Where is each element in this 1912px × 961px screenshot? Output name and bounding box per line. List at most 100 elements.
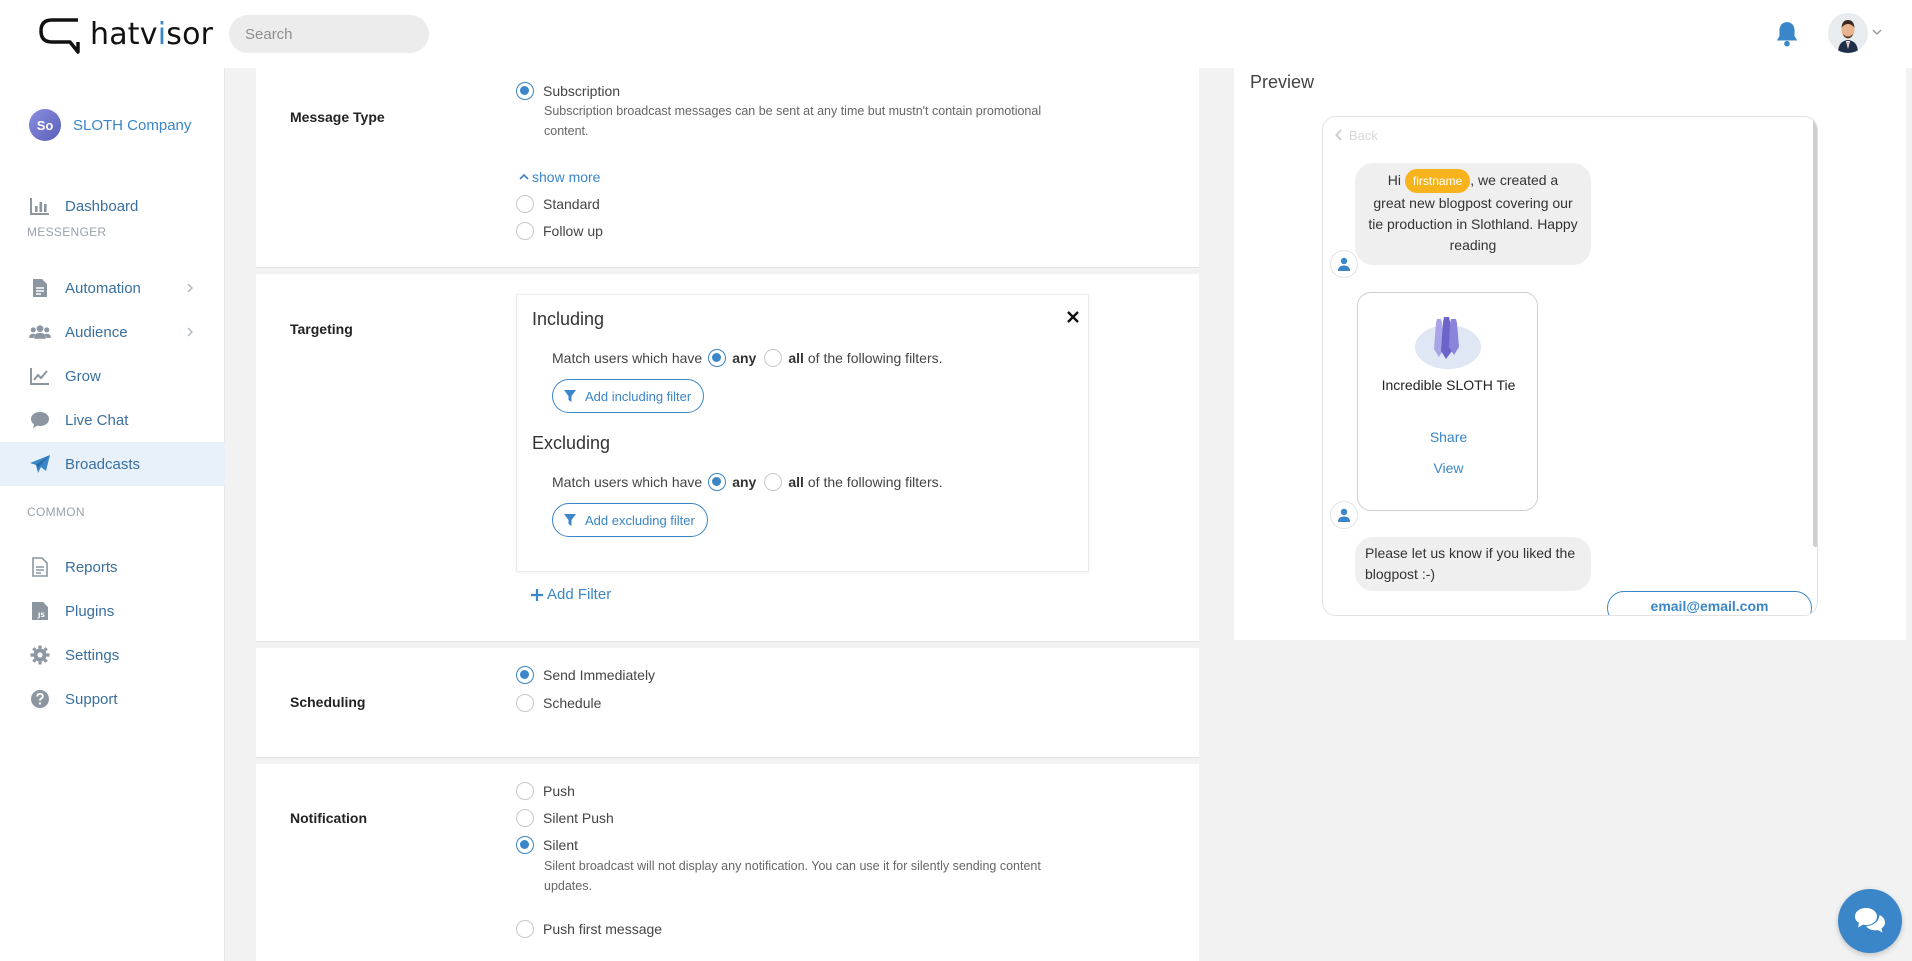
sidebar-item-support[interactable]: Support [0, 677, 225, 721]
report-icon [29, 556, 51, 578]
sidebar-item-broadcasts[interactable]: Broadcasts [0, 442, 225, 486]
radio-all-excluding[interactable] [764, 473, 783, 491]
radio-button[interactable] [516, 694, 534, 712]
filter-panel: Including Match users which have any all… [516, 294, 1089, 572]
notification-section: Notification Push Silent Push Silent Sil… [256, 764, 1199, 961]
sidebar: So SLOTH Company Dashboard MESSENGER Aut… [0, 68, 225, 961]
bell-icon[interactable] [1774, 20, 1800, 48]
radio-button[interactable] [516, 809, 534, 827]
section-label-common: COMMON [27, 505, 85, 519]
search-input[interactable] [229, 15, 429, 53]
radio-button[interactable] [516, 836, 534, 854]
logo-text: hatvisor [90, 17, 214, 52]
chevron-right-icon [187, 327, 193, 337]
radio-button[interactable] [516, 920, 534, 938]
user-icon [1338, 257, 1350, 271]
targeting-label: Targeting [290, 321, 353, 337]
svg-text:JS: JS [37, 611, 45, 619]
radio-push-first-message[interactable]: Push first message [516, 920, 662, 938]
radio-schedule[interactable]: Schedule [516, 694, 601, 712]
firstname-tag: firstname [1404, 169, 1471, 193]
sidebar-item-grow[interactable]: Grow [0, 354, 225, 398]
radio-silent-push[interactable]: Silent Push [516, 809, 614, 827]
add-including-filter-button[interactable]: Add including filter [552, 379, 705, 413]
scheduling-label: Scheduling [290, 694, 366, 710]
preview-title: Preview [1250, 72, 1315, 92]
targeting-section: Targeting Including Match users which ha… [256, 274, 1199, 642]
radio-follow-up[interactable]: Follow up [516, 222, 603, 240]
sidebar-item-automation[interactable]: Automation [0, 266, 225, 310]
paper-plane-icon [29, 453, 51, 475]
radio-all-including[interactable] [764, 349, 783, 367]
top-bar: hatvisor [0, 0, 1912, 68]
sidebar-item-reports[interactable]: Reports [0, 545, 225, 589]
avatar[interactable] [1828, 13, 1868, 53]
message-bubble-2: Please let us know if you liked the blog… [1355, 537, 1591, 591]
radio-subscription[interactable]: Subscription [516, 82, 620, 100]
users-icon [29, 321, 51, 343]
sidebar-item-live-chat[interactable]: Live Chat [0, 398, 225, 442]
excluding-title: Excluding [532, 433, 611, 453]
company-name: SLOTH Company [73, 116, 192, 134]
add-excluding-filter-button[interactable]: Add excluding filter [552, 503, 708, 537]
product-title: Incredible SLOTH Tie [1381, 377, 1516, 393]
radio-button[interactable] [516, 222, 534, 240]
radio-button[interactable] [516, 195, 534, 213]
filter-icon [564, 390, 576, 402]
radio-standard[interactable]: Standard [516, 195, 600, 213]
chat-bubble-icon [29, 409, 51, 431]
user-icon [1338, 508, 1350, 522]
messenger-preview: Back Hi firstname, we created a great ne… [1322, 116, 1818, 616]
sidebar-item-label: Live Chat [65, 411, 129, 429]
sidebar-item-label: Dashboard [65, 197, 139, 215]
company-switcher[interactable]: So SLOTH Company [29, 108, 191, 142]
gear-icon [29, 644, 51, 666]
message-type-section: Message Type Subscription Subscription b… [256, 68, 1199, 268]
chat-bubbles-icon [1855, 908, 1885, 933]
radio-any-excluding[interactable] [708, 473, 727, 491]
product-card: Incredible SLOTH Tie Share View [1357, 292, 1538, 511]
add-filter-link[interactable]: Add Filter [530, 586, 611, 603]
share-link[interactable]: Share [1358, 429, 1539, 445]
sidebar-item-label: Grow [65, 367, 101, 385]
including-match-row: Match users which have any all of the fo… [552, 349, 943, 367]
radio-send-immediately[interactable]: Send Immediately [516, 666, 655, 684]
message-bubble-1: Hi firstname, we created a great new blo… [1355, 163, 1591, 265]
notification-label: Notification [290, 810, 367, 826]
view-link[interactable]: View [1358, 460, 1539, 476]
bot-avatar [1330, 501, 1358, 529]
document-icon [29, 277, 51, 299]
plugin-js-icon: JS [29, 600, 51, 622]
chevron-down-icon[interactable] [1871, 26, 1883, 38]
scheduling-section: Scheduling Send Immediately Schedule [256, 648, 1199, 758]
sidebar-item-label: Settings [65, 646, 120, 664]
chatvisor-logo[interactable]: hatvisor [38, 14, 213, 58]
radio-silent[interactable]: Silent [516, 836, 578, 854]
email-quick-reply[interactable]: email@email.com [1607, 591, 1812, 615]
radio-button[interactable] [516, 782, 534, 800]
back-button[interactable]: Back [1335, 123, 1385, 147]
preview-panel: Preview Back Hi firstname, we created a … [1234, 68, 1906, 640]
silent-help-text: Silent broadcast will not display any no… [544, 859, 1041, 893]
sidebar-item-plugins[interactable]: JS Plugins [0, 589, 225, 633]
chevron-up-icon [519, 173, 529, 180]
sidebar-item-label: Broadcasts [65, 455, 141, 473]
tie-product-image [1415, 317, 1481, 369]
filter-icon [564, 514, 576, 526]
sidebar-item-dashboard[interactable]: Dashboard [0, 184, 225, 228]
chat-widget-button[interactable] [1838, 889, 1902, 953]
preview-scrollbar[interactable] [1813, 117, 1817, 547]
radio-push[interactable]: Push [516, 782, 575, 800]
show-more-link[interactable]: show more [519, 169, 600, 185]
bar-chart-icon [29, 195, 51, 217]
plus-icon [531, 588, 543, 601]
sidebar-item-settings[interactable]: Settings [0, 633, 225, 677]
radio-any-including[interactable] [708, 349, 727, 367]
sidebar-item-label: Plugins [65, 602, 115, 620]
sidebar-item-label: Automation [65, 279, 141, 297]
sidebar-item-label: Support [65, 690, 118, 708]
radio-button[interactable] [516, 82, 534, 100]
sidebar-item-audience[interactable]: Audience [0, 310, 225, 354]
radio-button[interactable] [516, 666, 534, 684]
close-icon[interactable] [1066, 310, 1080, 324]
